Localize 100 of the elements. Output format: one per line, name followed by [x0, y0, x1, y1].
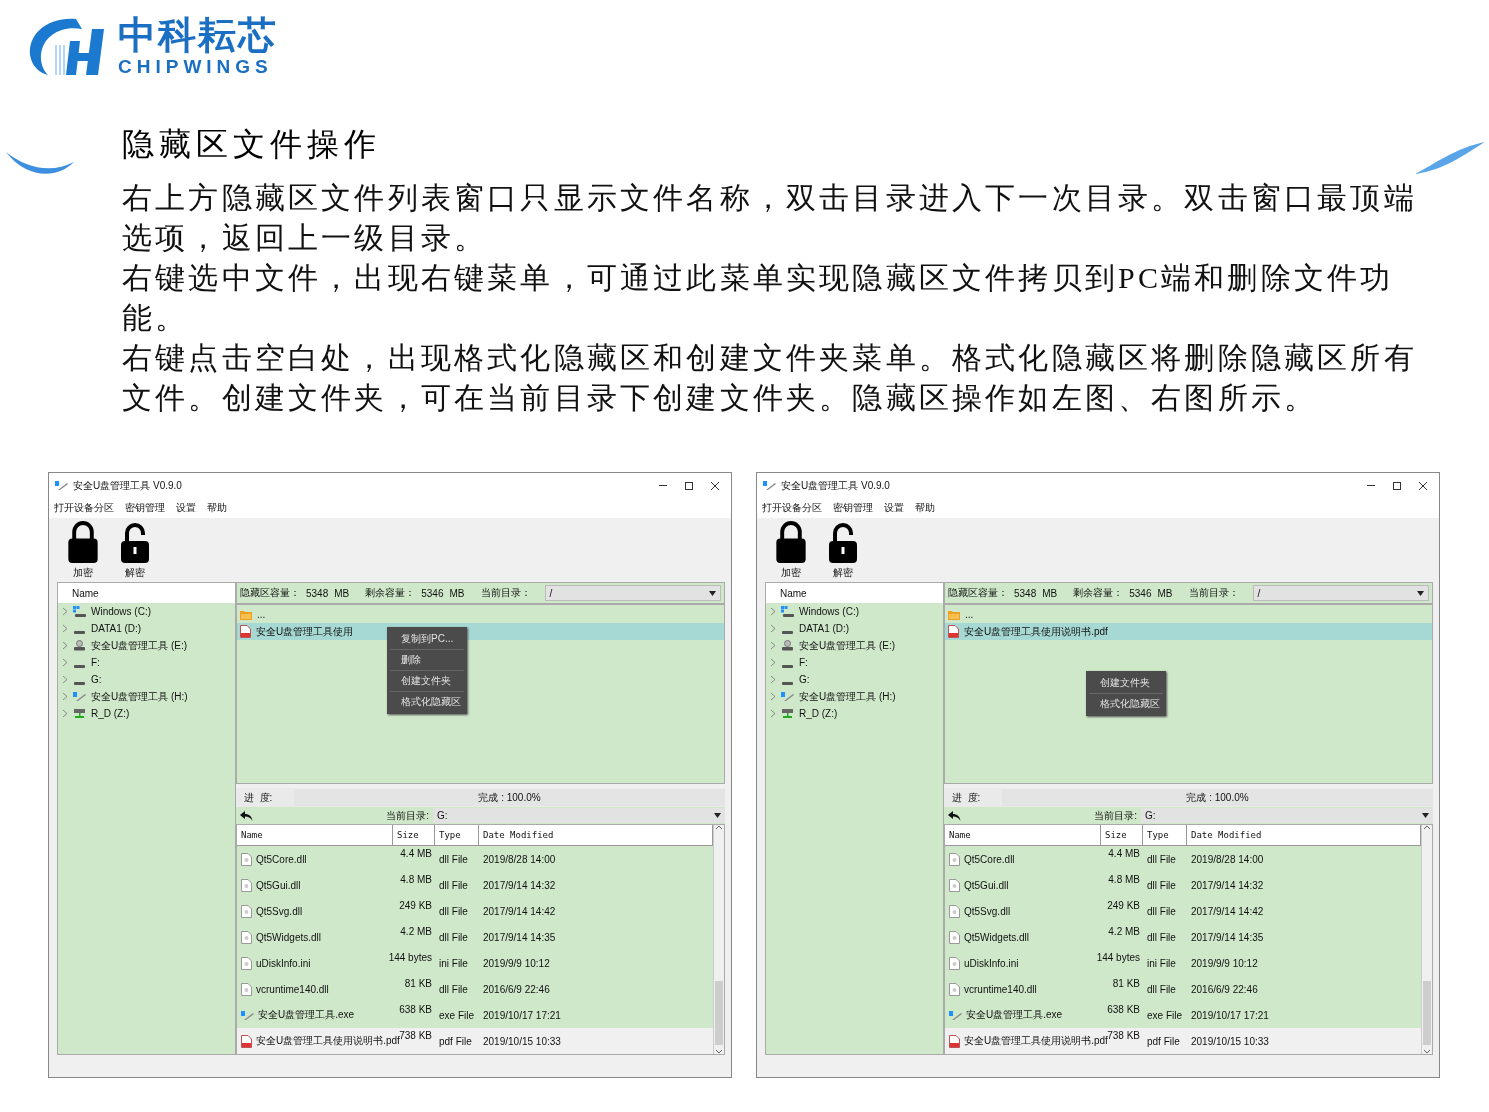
column-header[interactable]: Name	[945, 825, 1101, 845]
drive-label[interactable]: G:	[799, 674, 810, 685]
pdf-file-icon	[240, 625, 251, 638]
tool-label[interactable]: 加密	[73, 566, 93, 580]
file-name[interactable]: vcruntime140.dll	[256, 983, 329, 995]
file-name[interactable]: Qt5Widgets.dll	[964, 931, 1030, 943]
file-name[interactable]: Qt5Gui.dll	[256, 879, 301, 891]
drive-label[interactable]: DATA1 (D:)	[799, 623, 850, 634]
menu-item[interactable]: 打开设备分区	[54, 501, 114, 515]
scrollbar[interactable]	[713, 825, 724, 1054]
file-name[interactable]: Qt5Svg.dll	[964, 905, 1011, 917]
menu-item[interactable]: 密钥管理	[125, 501, 165, 515]
table-row[interactable]: 安全U盘管理工具使用说明书.pdf738 KB pdf File 2019/10/15 10:33	[945, 1028, 1421, 1054]
drive-label[interactable]: Windows (C:)	[91, 606, 151, 617]
drive-label[interactable]: R_D (Z:)	[799, 708, 838, 719]
scroll-down-icon[interactable]	[715, 1049, 723, 1054]
column-header[interactable]: Type	[435, 825, 479, 845]
file-name[interactable]: uDiskInfo.ini	[256, 957, 311, 969]
context-menu-item[interactable]: 删除	[390, 650, 464, 671]
file-name[interactable]: Qt5Gui.dll	[964, 879, 1009, 891]
column-header[interactable]: Size	[393, 825, 435, 845]
column-header[interactable]: Size	[1101, 825, 1143, 845]
back-arrow-icon[interactable]	[240, 810, 253, 821]
tool-label[interactable]: 解密	[833, 566, 853, 580]
close-icon[interactable]	[711, 481, 719, 490]
context-menu-item[interactable]: 格式化隐藏区	[1089, 694, 1163, 714]
context-menu-item[interactable]: 格式化隐藏区	[390, 692, 464, 712]
table-row[interactable]: 安全U盘管理工具.exe 638 KB exe File 2019/10/17 17:21	[945, 1002, 1421, 1028]
drive-label[interactable]: R_D (Z:)	[91, 708, 130, 719]
minimize-icon[interactable]	[659, 484, 667, 487]
menu-item[interactable]: 设置	[176, 501, 196, 515]
file-row[interactable]: ...	[945, 606, 1432, 623]
tool-label[interactable]: 解密	[125, 566, 145, 580]
pen-icon	[73, 691, 86, 702]
scroll-up-icon[interactable]	[715, 825, 723, 830]
capacity-value: 5348	[306, 587, 329, 599]
file-name[interactable]: 安全U盘管理工具.exe	[258, 1008, 355, 1022]
tool-label[interactable]: 加密	[781, 566, 801, 580]
drive-icon	[74, 664, 85, 668]
drive-label[interactable]: 安全U盘管理工具 (E:)	[91, 638, 188, 653]
table-row[interactable]: 安全U盘管理工具使用说明书.pdf738 KB pdf File 2019/10/15 10:33	[237, 1028, 713, 1054]
pen-icon	[763, 480, 776, 491]
file-name[interactable]: Qt5Widgets.dll	[256, 931, 322, 943]
file-name[interactable]: Qt5Core.dll	[256, 853, 307, 865]
directory-dropdown[interactable]: /	[1252, 585, 1429, 601]
context-menu-item[interactable]: 创建文件夹	[1089, 673, 1163, 694]
drive-label[interactable]: G:	[91, 674, 102, 685]
minimize-icon[interactable]	[1367, 484, 1375, 487]
menu-item[interactable]: 打开设备分区	[762, 501, 822, 515]
table-row[interactable]: uDiskInfo.ini 144 bytes ini File 2019/9/9 10:12	[945, 950, 1421, 976]
table-row[interactable]: Qt5Gui.dll 4.8 MB dll File 2017/9/14 14:32	[945, 872, 1421, 898]
menu-item[interactable]: 密钥管理	[833, 501, 873, 515]
column-header[interactable]: Type	[1143, 825, 1187, 845]
file-row[interactable]: 安全U盘管理工具使用说明书.pdf	[945, 623, 1432, 640]
scroll-down-icon[interactable]	[1423, 1049, 1431, 1054]
table-row[interactable]: Qt5Svg.dll 249 KB dll File 2017/9/14 14:42	[945, 898, 1421, 924]
directory-dropdown[interactable]: G:	[433, 808, 725, 823]
slide-heading: 隐藏区文件操作	[122, 125, 382, 164]
directory-dropdown[interactable]: /	[544, 585, 721, 601]
drive-label[interactable]: F:	[799, 657, 808, 668]
scrollbar[interactable]	[1421, 825, 1432, 1054]
file-name[interactable]: uDiskInfo.ini	[964, 957, 1019, 969]
back-arrow-icon[interactable]	[948, 810, 961, 821]
drive-label[interactable]: Windows (C:)	[799, 606, 859, 617]
menu-item[interactable]: 设置	[884, 501, 904, 515]
scrollbar-thumb[interactable]	[715, 981, 723, 1045]
drive-label[interactable]: 安全U盘管理工具 (H:)	[91, 689, 188, 704]
table-row[interactable]: 安全U盘管理工具.exe 638 KB exe File 2019/10/17 17:21	[237, 1002, 713, 1028]
table-row[interactable]: Qt5Widgets.dll 4.2 MB dll File 2017/9/14 14:35	[945, 924, 1421, 950]
close-icon[interactable]	[1419, 481, 1427, 490]
table-row[interactable]: Qt5Svg.dll 249 KB dll File 2017/9/14 14:42	[237, 898, 713, 924]
scrollbar-thumb[interactable]	[1423, 981, 1431, 1045]
file-name[interactable]: vcruntime140.dll	[964, 983, 1037, 995]
table-row[interactable]: Qt5Core.dll 4.4 MB dll File 2019/8/28 14:00	[945, 846, 1421, 872]
table-row[interactable]: vcruntime140.dll 81 KB dll File 2016/6/9 22:46	[945, 976, 1421, 1002]
table-row[interactable]: Qt5Widgets.dll 4.2 MB dll File 2017/9/14 14:35	[237, 924, 713, 950]
drive-label[interactable]: F:	[91, 657, 100, 668]
drive-label[interactable]: DATA1 (D:)	[91, 623, 142, 634]
file-row[interactable]: ...	[237, 606, 724, 623]
table-row[interactable]: Qt5Gui.dll 4.8 MB dll File 2017/9/14 14:32	[237, 872, 713, 898]
table-row[interactable]: Qt5Core.dll 4.4 MB dll File 2019/8/28 14:00	[237, 846, 713, 872]
table-row[interactable]: vcruntime140.dll 81 KB dll File 2016/6/9 22:46	[237, 976, 713, 1002]
file-name[interactable]: Qt5Svg.dll	[256, 905, 303, 917]
file-name[interactable]: 安全U盘管理工具使用说明书.pdf	[964, 1034, 1108, 1048]
maximize-icon[interactable]	[685, 481, 693, 490]
directory-dropdown[interactable]: G:	[1141, 808, 1433, 823]
column-header[interactable]: Name	[237, 825, 393, 845]
maximize-icon[interactable]	[1393, 481, 1401, 490]
file-name[interactable]: Qt5Core.dll	[964, 853, 1015, 865]
table-row[interactable]: uDiskInfo.ini 144 bytes ini File 2019/9/9 10:12	[237, 950, 713, 976]
scroll-up-icon[interactable]	[1423, 825, 1431, 830]
menu-item[interactable]: 帮助	[207, 501, 227, 515]
file-icon	[241, 930, 252, 944]
context-menu-item[interactable]: 创建文件夹	[390, 671, 464, 692]
file-name[interactable]: 安全U盘管理工具使用说明书.pdf	[256, 1034, 400, 1048]
drive-label[interactable]: 安全U盘管理工具 (H:)	[799, 689, 896, 704]
file-name[interactable]: 安全U盘管理工具.exe	[966, 1008, 1063, 1022]
drive-label[interactable]: 安全U盘管理工具 (E:)	[799, 638, 896, 653]
context-menu-item[interactable]: 复制到PC...	[390, 629, 464, 650]
menu-item[interactable]: 帮助	[915, 501, 935, 515]
